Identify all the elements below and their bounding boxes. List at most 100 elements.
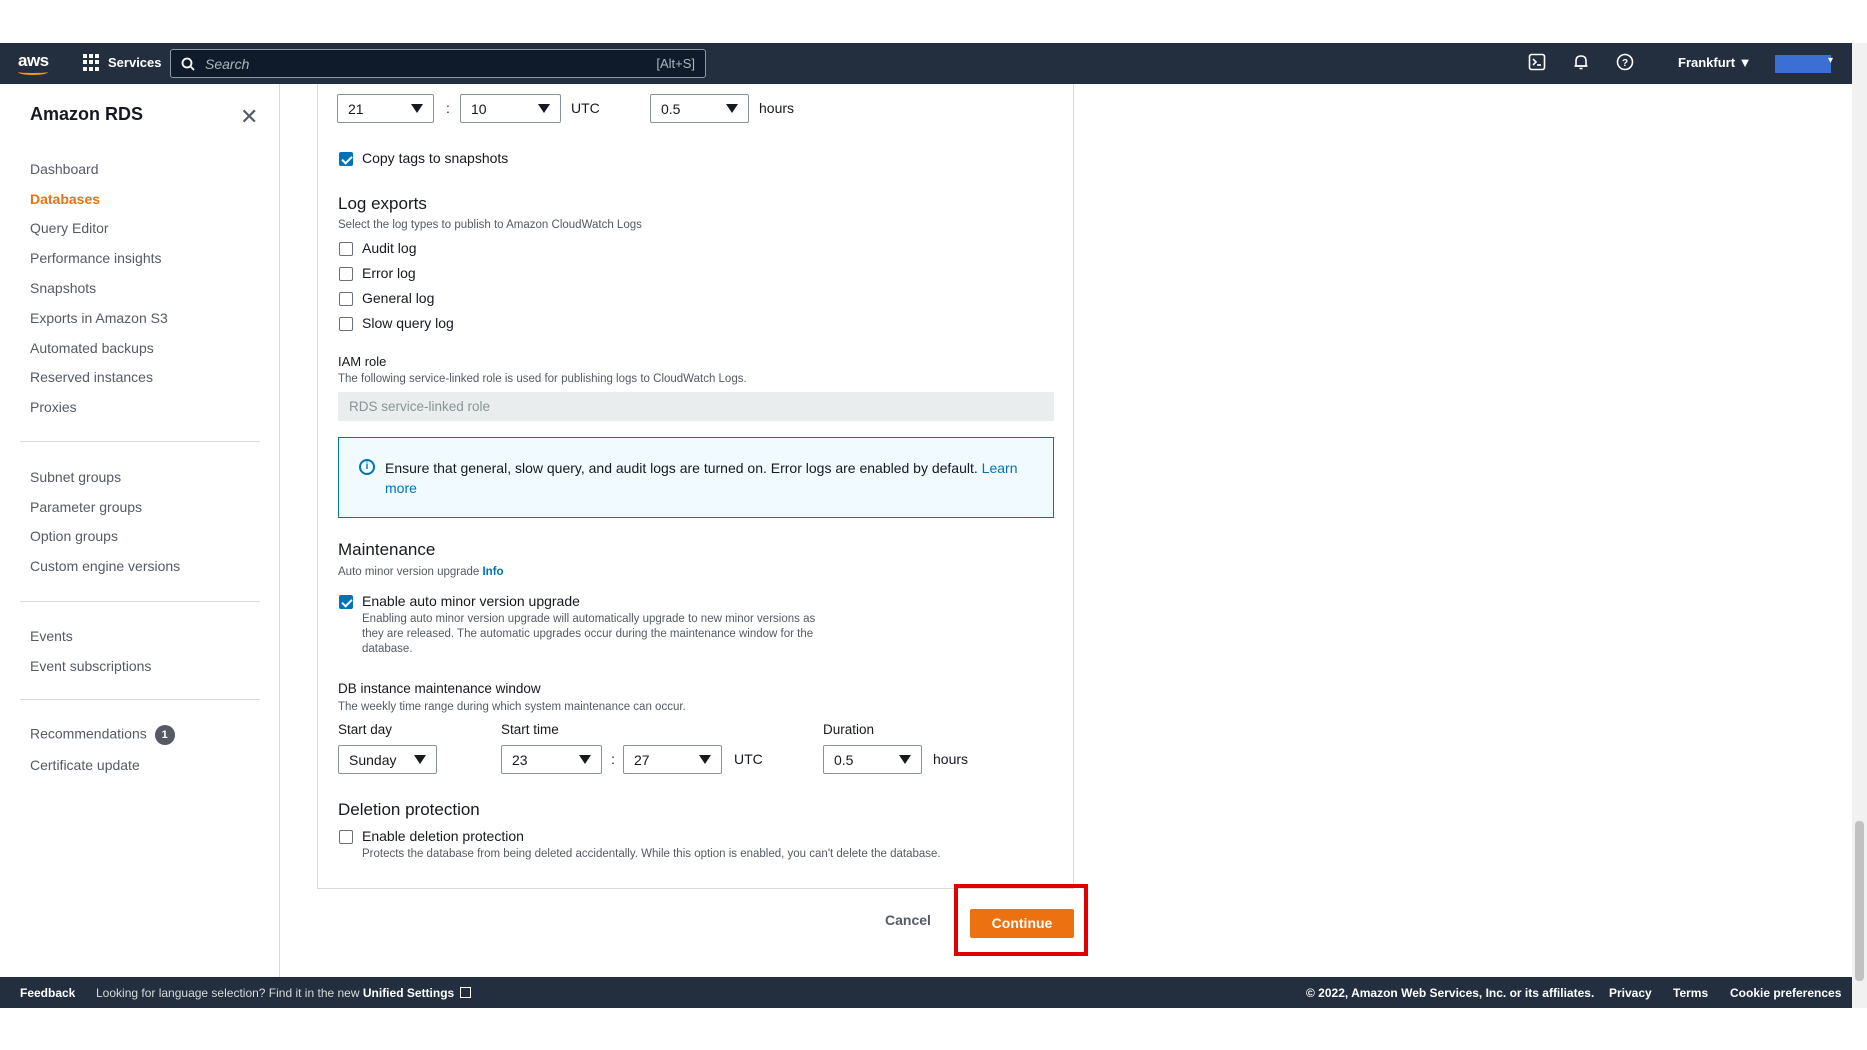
iam-role-input: RDS service-linked role	[338, 392, 1054, 421]
auto-minor-upgrade-desc-2: they are released. The automatic upgrade…	[362, 628, 814, 640]
help-icon[interactable]: ?	[1616, 53, 1634, 71]
services-menu-button[interactable]: Services	[83, 54, 162, 71]
account-caret-icon[interactable]: ▾	[1828, 55, 1833, 66]
search-input[interactable]: Search [Alt+S]	[170, 49, 706, 78]
top-blank-strip	[0, 0, 1867, 43]
caret-down-icon	[899, 755, 911, 764]
deletion-protection-label: Enable deletion protection	[362, 828, 524, 844]
iam-role-description: The following service-linked role is use…	[338, 373, 747, 385]
maintenance-timezone-label: UTC	[734, 751, 763, 767]
maintenance-duration-unit: hours	[933, 751, 969, 767]
sidebar-divider	[20, 441, 260, 442]
search-shortcut: [Alt+S]	[656, 56, 695, 71]
services-label: Services	[108, 55, 162, 70]
copy-tags-checkbox[interactable]	[339, 152, 353, 166]
general-log-checkbox[interactable]	[339, 292, 353, 306]
sidebar-item-subnet-groups[interactable]: Subnet groups	[30, 469, 121, 485]
learn-more-link-cont[interactable]: more	[385, 480, 417, 496]
backup-duration-unit: hours	[759, 100, 795, 116]
backup-duration-value: 0.5	[661, 100, 681, 117]
info-icon: i	[359, 459, 375, 475]
aws-smile-icon	[18, 69, 48, 75]
auto-minor-upgrade-desc-1: Enabling auto minor version upgrade will…	[362, 613, 816, 625]
sidebar-item-dashboard[interactable]: Dashboard	[30, 161, 99, 177]
unified-settings-link[interactable]: Unified Settings	[363, 986, 454, 1000]
start-minute-value: 27	[634, 751, 650, 768]
log-info-alert: i Ensure that general, slow query, and a…	[338, 437, 1054, 518]
cancel-button[interactable]: Cancel	[885, 912, 931, 928]
maintenance-window-desc: The weekly time range during which syste…	[338, 701, 686, 713]
sidebar-item-recommendations[interactable]: Recommendations 1	[30, 725, 175, 745]
sidebar-item-automated-backups[interactable]: Automated backups	[30, 340, 154, 356]
language-notice-text: Looking for language selection? Find it …	[96, 986, 360, 1000]
main-content: 21 : 10 UTC 0.5 hours Copy tags to snaps…	[281, 84, 1852, 977]
sidebar-item-snapshots[interactable]: Snapshots	[30, 280, 96, 296]
region-selector[interactable]: Frankfurt ▼	[1678, 55, 1752, 70]
auto-minor-upgrade-checkbox[interactable]	[339, 595, 353, 609]
account-menu[interactable]	[1775, 55, 1831, 73]
sidebar-item-custom-engine-versions[interactable]: Custom engine versions	[30, 558, 180, 574]
sidebar-item-event-subscriptions[interactable]: Event subscriptions	[30, 658, 151, 674]
sidebar-divider	[20, 699, 260, 700]
audit-log-checkbox[interactable]	[339, 242, 353, 256]
language-notice: Looking for language selection? Find it …	[96, 986, 471, 1000]
maintenance-duration-value: 0.5	[834, 751, 854, 768]
cookie-preferences-link[interactable]: Cookie preferences	[1730, 986, 1841, 1000]
error-log-checkbox[interactable]	[339, 267, 353, 281]
backup-timezone-label: UTC	[571, 100, 600, 116]
caret-down-icon	[414, 755, 426, 764]
deletion-protection-checkbox[interactable]	[339, 830, 353, 844]
backup-duration-select[interactable]: 0.5	[650, 94, 749, 123]
slow-query-log-checkbox[interactable]	[339, 317, 353, 331]
sidebar-item-parameter-groups[interactable]: Parameter groups	[30, 499, 142, 515]
terms-link[interactable]: Terms	[1673, 986, 1708, 1000]
sidebar-item-query-editor[interactable]: Query Editor	[30, 220, 109, 236]
sidebar-item-reserved-instances[interactable]: Reserved instances	[30, 369, 153, 385]
start-minute-select[interactable]: 27	[623, 745, 722, 774]
start-hour-value: 23	[512, 751, 528, 768]
backup-minute-select[interactable]: 10	[460, 94, 561, 123]
continue-highlight-box	[954, 884, 1088, 956]
caret-down-icon	[726, 104, 738, 113]
auto-minor-label-row: Auto minor version upgrade Info	[338, 565, 504, 580]
caret-down-icon	[579, 755, 591, 764]
privacy-link[interactable]: Privacy	[1609, 986, 1652, 1000]
top-navigation-bar: aws Services Search [Alt+S] ? Frankfurt …	[0, 43, 1852, 84]
maintenance-heading: Maintenance	[338, 540, 436, 559]
caret-down-icon	[699, 755, 711, 764]
terminal-icon[interactable]	[1528, 53, 1546, 71]
search-placeholder: Search	[205, 55, 250, 72]
sidebar-item-option-groups[interactable]: Option groups	[30, 528, 118, 544]
copyright-text: © 2022, Amazon Web Services, Inc. or its…	[1306, 986, 1595, 1000]
time-separator: :	[446, 100, 450, 116]
start-hour-select[interactable]: 23	[501, 745, 602, 774]
log-info-message: Ensure that general, slow query, and aud…	[385, 460, 978, 476]
log-exports-heading: Log exports	[338, 194, 427, 213]
info-link[interactable]: Info	[482, 566, 503, 578]
page-scrollbar[interactable]	[1852, 43, 1867, 1008]
bell-icon[interactable]	[1572, 53, 1590, 71]
close-icon[interactable]: ✕	[240, 106, 258, 128]
recommendations-label: Recommendations	[30, 725, 147, 742]
start-day-label: Start day	[338, 722, 393, 737]
scrollbar-thumb[interactable]	[1855, 821, 1864, 981]
aws-logo[interactable]: aws	[18, 51, 49, 75]
start-day-select[interactable]: Sunday	[338, 745, 437, 774]
sidebar-item-exports-s3[interactable]: Exports in Amazon S3	[30, 310, 168, 326]
maintenance-duration-select[interactable]: 0.5	[823, 745, 922, 774]
duration-label: Duration	[823, 722, 875, 737]
deletion-protection-desc: Protects the database from being deleted…	[362, 848, 941, 860]
sidebar-item-proxies[interactable]: Proxies	[30, 399, 77, 415]
external-link-icon	[459, 987, 471, 998]
learn-more-link[interactable]: Learn	[982, 460, 1018, 476]
backup-hour-select[interactable]: 21	[337, 94, 434, 123]
sidebar-item-events[interactable]: Events	[30, 628, 73, 644]
backup-minute-value: 10	[471, 100, 487, 117]
feedback-link[interactable]: Feedback	[20, 986, 75, 1000]
recommendations-count-badge: 1	[154, 725, 175, 745]
auto-minor-upgrade-label: Enable auto minor version upgrade	[362, 593, 580, 609]
sidebar-item-performance-insights[interactable]: Performance insights	[30, 250, 162, 266]
sidebar-item-databases[interactable]: Databases	[30, 191, 100, 207]
log-exports-description: Select the log types to publish to Amazo…	[338, 219, 642, 231]
sidebar-item-certificate-update[interactable]: Certificate update	[30, 757, 140, 773]
